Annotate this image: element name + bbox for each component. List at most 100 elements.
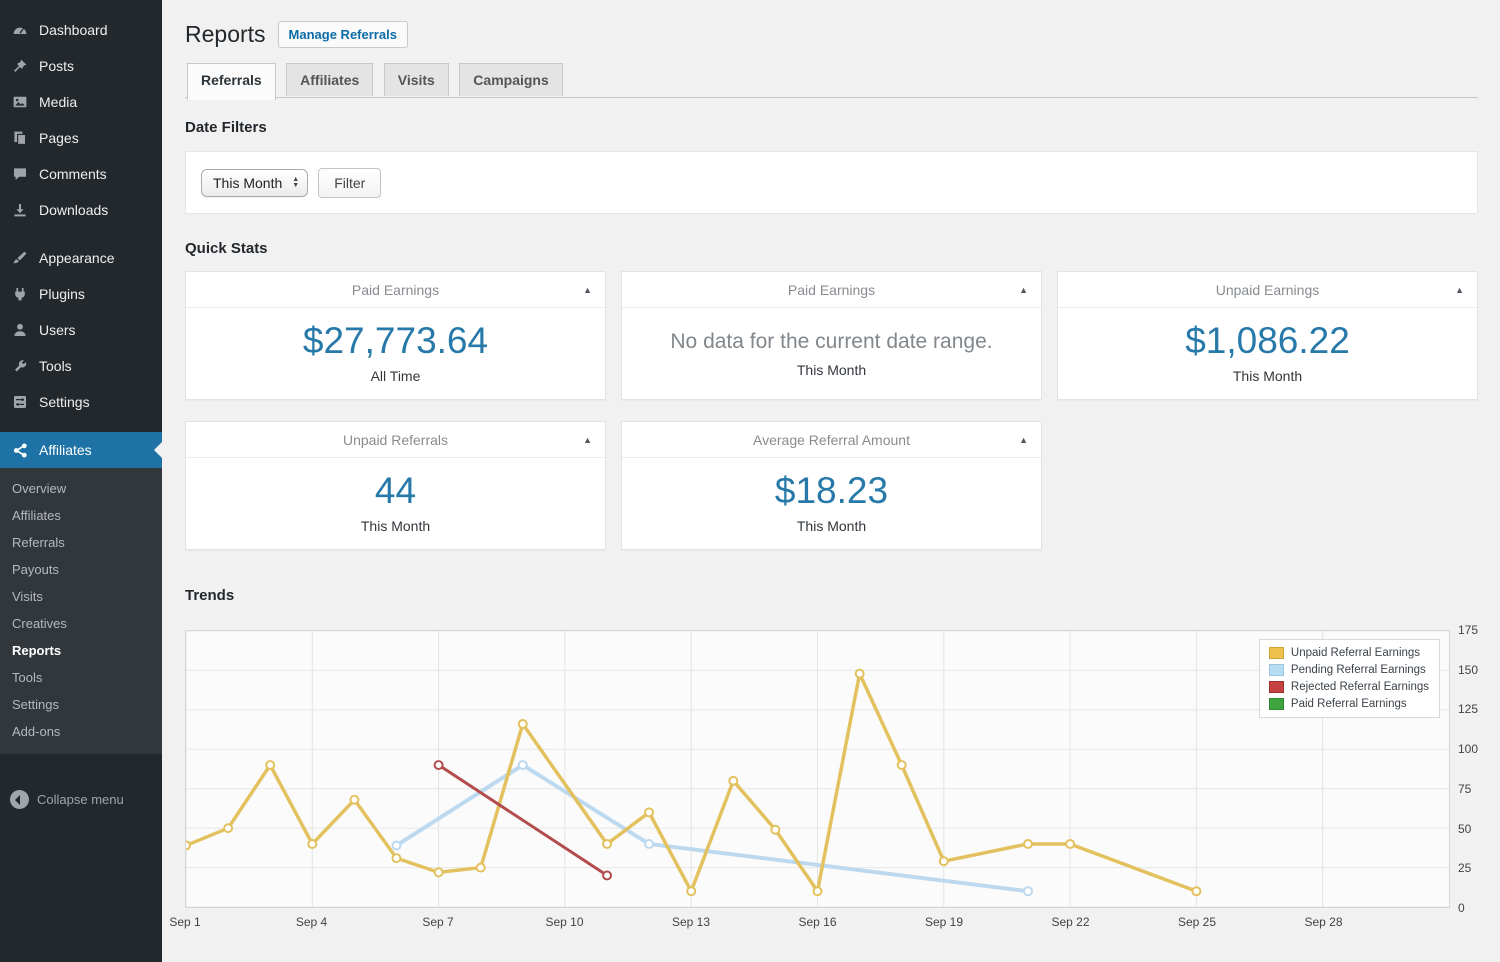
collapse-toggle-icon[interactable]: ▲ bbox=[583, 272, 592, 308]
pushpin-icon bbox=[10, 56, 30, 76]
date-range-select[interactable]: This Month ▲ ▼ bbox=[201, 168, 309, 197]
menu-separator bbox=[0, 228, 162, 240]
stat-card-average-referral-amount: Average Referral Amount ▲ $18.23 This Mo… bbox=[621, 421, 1042, 550]
y-tick-label: 100 bbox=[1458, 742, 1479, 757]
sidebar-item-settings[interactable]: Settings bbox=[0, 384, 162, 420]
sidebar-item-appearance[interactable]: Appearance bbox=[0, 240, 162, 276]
sidebar-item-media[interactable]: Media bbox=[0, 84, 162, 120]
trends-heading: Trends bbox=[185, 587, 235, 604]
sidebar-item-label: Settings bbox=[39, 394, 90, 410]
card-header: Unpaid Referrals ▲ bbox=[186, 422, 605, 458]
tab-visits[interactable]: Visits bbox=[383, 63, 449, 96]
legend-label: Pending Referral Earnings bbox=[1290, 664, 1426, 676]
date-filters-heading: Date Filters bbox=[185, 119, 267, 136]
sidebar-item-label: Dashboard bbox=[39, 22, 108, 38]
sidebar-item-users[interactable]: Users bbox=[0, 312, 162, 348]
card-header: Paid Earnings ▲ bbox=[622, 272, 1041, 308]
menu-separator bbox=[0, 420, 162, 432]
plugin-icon bbox=[10, 284, 30, 304]
stat-value: $18.23 bbox=[774, 470, 889, 511]
stat-card-paid-earnings-month: Paid Earnings ▲ No data for the current … bbox=[621, 271, 1042, 400]
sidebar-item-label: Downloads bbox=[39, 202, 109, 218]
card-title: Paid Earnings bbox=[787, 282, 876, 298]
sidebar-item-affiliates[interactable]: Affiliates bbox=[0, 432, 162, 468]
sidebar-item-label: Users bbox=[39, 322, 76, 338]
user-icon bbox=[10, 320, 30, 340]
x-tick-label: Sep 13 bbox=[671, 915, 711, 929]
collapse-menu-button[interactable]: Collapse menu bbox=[0, 780, 162, 819]
filter-button[interactable]: Filter bbox=[318, 167, 382, 198]
sidebar-item-comments[interactable]: Comments bbox=[0, 156, 162, 192]
date-filter-panel: This Month ▲ ▼ Filter bbox=[185, 151, 1478, 214]
card-header: Unpaid Earnings ▲ bbox=[1058, 272, 1477, 308]
tab-affiliates[interactable]: Affiliates bbox=[286, 63, 374, 96]
y-tick-label: 0 bbox=[1458, 901, 1465, 915]
stat-period: This Month bbox=[360, 518, 431, 534]
x-tick-label: Sep 1 bbox=[169, 915, 201, 929]
legend-label: Rejected Referral Earnings bbox=[1290, 681, 1429, 693]
submenu-item-payouts[interactable]: Payouts bbox=[0, 556, 162, 583]
select-arrows-icon: ▲ ▼ bbox=[292, 175, 300, 189]
stat-card-unpaid-earnings: Unpaid Earnings ▲ $1,086.22 This Month bbox=[1057, 271, 1478, 400]
sidebar-item-label: Posts bbox=[39, 58, 75, 74]
collapse-toggle-icon[interactable]: ▲ bbox=[1019, 422, 1028, 458]
legend-swatch-pending bbox=[1268, 664, 1284, 676]
stat-card-unpaid-referrals: Unpaid Referrals ▲ 44 This Month bbox=[185, 421, 606, 550]
legend-swatch-rejected bbox=[1268, 681, 1284, 693]
card-title: Paid Earnings bbox=[351, 282, 440, 298]
collapse-toggle-icon[interactable]: ▲ bbox=[1019, 272, 1028, 308]
submenu-item-visits[interactable]: Visits bbox=[0, 583, 162, 610]
legend-item-unpaid: Unpaid Referral Earnings bbox=[1268, 647, 1429, 659]
wrench-icon bbox=[10, 356, 30, 376]
submenu-item-referrals[interactable]: Referrals bbox=[0, 529, 162, 556]
sidebar-item-label: Media bbox=[39, 94, 78, 110]
stat-period: All Time bbox=[370, 368, 421, 384]
tab-referrals[interactable]: Referrals bbox=[187, 63, 276, 100]
submenu-item-tools[interactable]: Tools bbox=[0, 664, 162, 691]
manage-referrals-button[interactable]: Manage Referrals bbox=[277, 21, 408, 48]
sidebar-item-posts[interactable]: Posts bbox=[0, 48, 162, 84]
collapse-toggle-icon[interactable]: ▲ bbox=[1455, 272, 1464, 308]
tab-campaigns[interactable]: Campaigns bbox=[459, 63, 563, 96]
page-header: Reports Manage Referrals bbox=[185, 20, 1478, 49]
submenu-item-creatives[interactable]: Creatives bbox=[0, 610, 162, 637]
sidebar-item-tools[interactable]: Tools bbox=[0, 348, 162, 384]
affiliates-share-icon bbox=[10, 440, 30, 460]
collapse-toggle-icon[interactable]: ▲ bbox=[583, 422, 592, 458]
legend-swatch-unpaid bbox=[1268, 647, 1284, 659]
x-tick-label: Sep 19 bbox=[924, 915, 964, 929]
sidebar-item-pages[interactable]: Pages bbox=[0, 120, 162, 156]
x-tick-label: Sep 4 bbox=[295, 915, 328, 929]
affiliates-submenu: Overview Affiliates Referrals Payouts Vi… bbox=[0, 468, 162, 754]
submenu-item-overview[interactable]: Overview bbox=[0, 475, 162, 502]
legend-swatch-paid bbox=[1268, 698, 1284, 710]
legend-item-pending: Pending Referral Earnings bbox=[1268, 664, 1429, 676]
brush-icon bbox=[10, 248, 30, 268]
sidebar-item-label: Comments bbox=[39, 166, 107, 182]
chart-legend: Unpaid Referral Earnings Pending Referra… bbox=[1258, 639, 1440, 718]
stat-period: This Month bbox=[1232, 368, 1303, 384]
submenu-item-addons[interactable]: Add-ons bbox=[0, 718, 162, 745]
card-title: Average Referral Amount bbox=[753, 432, 910, 448]
x-tick-label: Sep 7 bbox=[422, 915, 454, 929]
card-body: $1,086.22 This Month bbox=[1058, 308, 1477, 384]
legend-item-paid: Paid Referral Earnings bbox=[1268, 698, 1429, 710]
settings-icon bbox=[10, 392, 30, 412]
submenu-item-settings[interactable]: Settings bbox=[0, 691, 162, 718]
card-header: Paid Earnings ▲ bbox=[186, 272, 605, 308]
y-tick-label: 75 bbox=[1458, 781, 1472, 796]
submenu-item-affiliates[interactable]: Affiliates bbox=[0, 502, 162, 529]
quick-stats-cards: Paid Earnings ▲ $27,773.64 All Time Paid… bbox=[185, 271, 1478, 550]
sidebar-item-plugins[interactable]: Plugins bbox=[0, 276, 162, 312]
date-range-selected-value: This Month bbox=[213, 174, 283, 191]
admin-sidebar: Dashboard Posts Media Pages Comments Dow… bbox=[0, 0, 162, 962]
y-tick-label: 150 bbox=[1458, 662, 1479, 677]
page-title: Reports bbox=[185, 21, 266, 47]
sidebar-item-label: Affiliates bbox=[39, 442, 92, 458]
x-tick-label: Sep 10 bbox=[545, 915, 584, 929]
submenu-item-reports[interactable]: Reports bbox=[0, 637, 162, 664]
download-icon bbox=[10, 200, 30, 220]
card-body: 44 This Month bbox=[186, 458, 605, 534]
sidebar-item-downloads[interactable]: Downloads bbox=[0, 192, 162, 228]
sidebar-item-dashboard[interactable]: Dashboard bbox=[0, 12, 162, 48]
